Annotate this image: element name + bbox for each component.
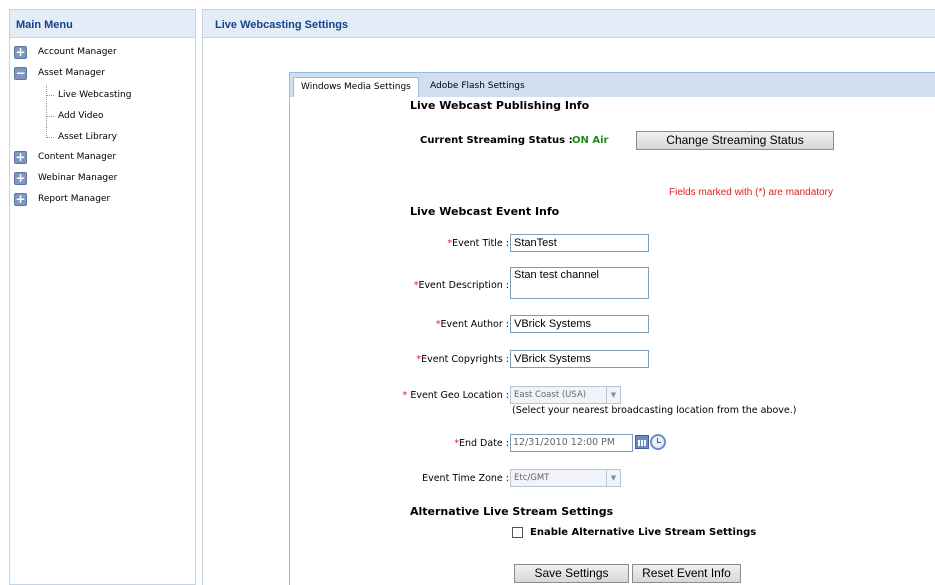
geo-location-select[interactable]: East Coast (USA) ▼ bbox=[510, 386, 621, 404]
event-author-input[interactable]: VBrick Systems bbox=[510, 315, 649, 333]
menu-item-label[interactable]: Asset Manager bbox=[38, 68, 105, 78]
save-settings-button[interactable]: Save Settings bbox=[514, 564, 629, 583]
menu-subitem-add-video[interactable]: Add Video bbox=[10, 106, 195, 127]
menu-item-report-manager[interactable]: + Report Manager bbox=[10, 190, 195, 211]
menu-subitem-asset-library[interactable]: Asset Library bbox=[10, 127, 195, 148]
menu-item-label[interactable]: Webinar Manager bbox=[38, 173, 117, 183]
menu-subitem-label[interactable]: Live Webcasting bbox=[58, 90, 131, 100]
tab-windows-media-settings[interactable]: Windows Media Settings bbox=[293, 77, 419, 98]
left-panel-footer bbox=[9, 548, 196, 585]
menu-item-label[interactable]: Account Manager bbox=[38, 47, 117, 57]
calendar-icon[interactable] bbox=[635, 435, 649, 449]
mandatory-note: Fields marked with (*) are mandatory bbox=[669, 187, 833, 198]
expand-icon[interactable]: + bbox=[14, 172, 27, 185]
main-menu-tree: + Account Manager − Asset Manager Live W… bbox=[10, 38, 195, 211]
main-menu-title: Main Menu bbox=[10, 10, 195, 38]
chevron-down-icon[interactable]: ▼ bbox=[606, 387, 620, 403]
event-copyrights-input[interactable]: VBrick Systems bbox=[510, 350, 649, 368]
alternative-settings-heading: Alternative Live Stream Settings bbox=[410, 505, 614, 518]
clock-icon[interactable] bbox=[650, 434, 666, 450]
streaming-status-value: ON Air bbox=[572, 135, 609, 146]
collapse-icon[interactable]: − bbox=[14, 67, 27, 80]
settings-tabbar: Windows Media Settings Adobe Flash Setti… bbox=[289, 72, 935, 98]
event-description-label: *Event Description : bbox=[414, 280, 509, 291]
page-title: Live Webcasting Settings bbox=[203, 10, 935, 38]
enable-alternative-checkbox[interactable] bbox=[512, 527, 523, 538]
event-author-label: *Event Author : bbox=[436, 319, 509, 330]
streaming-status-label: Current Streaming Status : bbox=[420, 135, 573, 146]
change-streaming-status-button[interactable]: Change Streaming Status bbox=[636, 131, 834, 150]
end-date-input[interactable]: 12/31/2010 12:00 PM bbox=[510, 434, 633, 452]
menu-item-label[interactable]: Report Manager bbox=[38, 194, 110, 204]
chevron-down-icon[interactable]: ▼ bbox=[606, 470, 620, 486]
event-copyrights-label: *Event Copyrights : bbox=[416, 354, 509, 365]
end-date-label: *End Date : bbox=[454, 438, 509, 449]
event-info-heading: Live Webcast Event Info bbox=[410, 205, 560, 218]
publishing-info-heading: Live Webcast Publishing Info bbox=[410, 99, 590, 112]
tree-line bbox=[46, 116, 54, 117]
tab-adobe-flash-settings[interactable]: Adobe Flash Settings bbox=[423, 77, 532, 98]
event-title-label: *Event Title : bbox=[447, 238, 509, 249]
menu-subitem-label[interactable]: Add Video bbox=[58, 111, 104, 121]
geo-location-label: * Event Geo Location : bbox=[403, 390, 509, 401]
geo-location-value: East Coast (USA) bbox=[514, 390, 587, 400]
geo-location-label-text: Event Geo Location : bbox=[407, 390, 509, 401]
reset-event-info-button[interactable]: Reset Event Info bbox=[632, 564, 741, 583]
menu-item-asset-manager[interactable]: − Asset Manager bbox=[10, 64, 195, 85]
event-description-input[interactable]: Stan test channel bbox=[510, 267, 649, 299]
event-title-input[interactable]: StanTest bbox=[510, 234, 649, 252]
menu-subitem-live-webcasting[interactable]: Live Webcasting bbox=[10, 85, 195, 106]
menu-item-account-manager[interactable]: + Account Manager bbox=[10, 43, 195, 64]
tree-line bbox=[46, 137, 54, 138]
menu-item-webinar-manager[interactable]: + Webinar Manager bbox=[10, 169, 195, 190]
menu-item-label[interactable]: Content Manager bbox=[38, 152, 116, 162]
time-zone-value: Etc/GMT bbox=[514, 473, 550, 483]
event-description-label-text: Event Description : bbox=[418, 280, 509, 291]
expand-icon[interactable]: + bbox=[14, 151, 27, 164]
time-zone-select[interactable]: Etc/GMT ▼ bbox=[510, 469, 621, 487]
time-zone-label: Event Time Zone : bbox=[422, 473, 509, 484]
main-menu-panel: Main Menu + Account Manager − Asset Mana… bbox=[9, 9, 196, 549]
tree-line bbox=[46, 95, 54, 96]
event-title-label-text: Event Title : bbox=[452, 238, 509, 249]
expand-icon[interactable]: + bbox=[14, 193, 27, 206]
geo-location-hint: (Select your nearest broadcasting locati… bbox=[512, 405, 797, 416]
menu-item-content-manager[interactable]: + Content Manager bbox=[10, 148, 195, 169]
menu-subitem-label[interactable]: Asset Library bbox=[58, 132, 117, 142]
event-copyrights-label-text: Event Copyrights : bbox=[421, 354, 509, 365]
end-date-label-text: End Date : bbox=[458, 438, 509, 449]
expand-icon[interactable]: + bbox=[14, 46, 27, 59]
event-author-label-text: Event Author : bbox=[440, 319, 509, 330]
enable-alternative-label[interactable]: Enable Alternative Live Stream Settings bbox=[530, 527, 756, 538]
